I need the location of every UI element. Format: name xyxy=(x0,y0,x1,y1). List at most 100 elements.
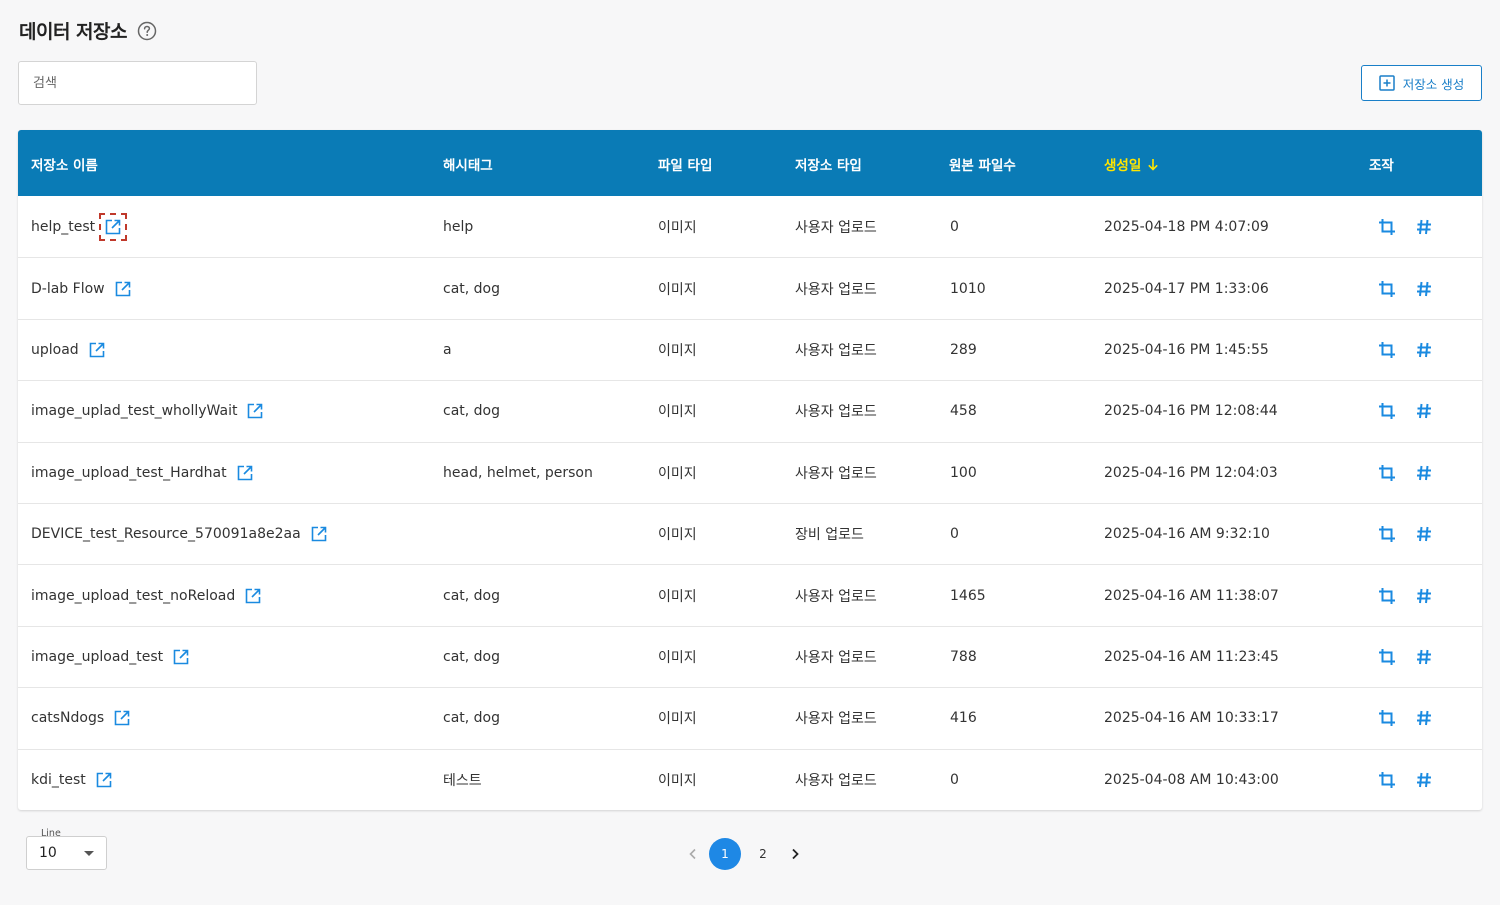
row-actions xyxy=(1378,464,1433,482)
table-row[interactable]: kdi_test 테스트 이미지 사용자 업로드 0 2025-04-08 AM 10:4… xyxy=(18,748,1482,810)
created-date: 2025-04-16 PM 1:45:55 xyxy=(1104,341,1269,358)
store-type: 사용자 업로드 xyxy=(795,465,877,482)
external-link-icon[interactable] xyxy=(114,280,132,298)
column-header-name[interactable]: 저장소 이름 xyxy=(31,154,98,174)
repo-name[interactable]: image_uplad_test_whollyWait xyxy=(31,403,237,419)
search-input[interactable] xyxy=(18,61,257,105)
file-count: 1465 xyxy=(950,587,986,604)
hashtag-icon[interactable] xyxy=(1415,464,1433,482)
question-circle-icon[interactable] xyxy=(137,21,157,41)
repo-name[interactable]: DEVICE_test_Resource_570091a8e2aa xyxy=(31,526,301,542)
hashtag-icon[interactable] xyxy=(1415,587,1433,605)
file-type: 이미지 xyxy=(658,772,697,789)
file-type: 이미지 xyxy=(658,711,697,728)
created-date: 2025-04-16 AM 11:38:07 xyxy=(1104,587,1279,604)
repo-name[interactable]: image_upload_test_Hardhat xyxy=(31,465,227,481)
row-actions xyxy=(1378,525,1433,543)
file-type: 이미지 xyxy=(658,649,697,666)
table-row[interactable]: image_upload_test cat, dog 이미지 사용자 업로드 788 20… xyxy=(18,625,1482,687)
external-link-icon[interactable] xyxy=(172,648,190,666)
external-link-icon[interactable] xyxy=(236,464,254,482)
file-type: 이미지 xyxy=(658,219,697,236)
row-actions xyxy=(1378,587,1433,605)
prev-page-button[interactable] xyxy=(680,838,706,870)
file-count: 0 xyxy=(950,526,959,543)
page-number-button[interactable]: 2 xyxy=(747,838,779,870)
caret-down-icon xyxy=(84,850,94,856)
create-repository-button[interactable]: 저장소 생성 xyxy=(1361,65,1482,101)
hashtag-icon[interactable] xyxy=(1415,771,1433,789)
page-number-button[interactable]: 1 xyxy=(709,838,741,870)
external-link-icon[interactable] xyxy=(310,525,328,543)
column-header-tags[interactable]: 해시태그 xyxy=(443,154,493,174)
external-link-icon[interactable] xyxy=(244,587,262,605)
sort-down-arrow-icon xyxy=(1148,158,1159,171)
column-header-count[interactable]: 원본 파일수 xyxy=(949,154,1016,174)
column-header-created[interactable]: 생성일 xyxy=(1104,154,1159,174)
store-type: 사용자 업로드 xyxy=(795,219,877,236)
external-link-icon[interactable] xyxy=(99,212,128,241)
crop-icon[interactable] xyxy=(1378,464,1396,482)
hashtag-icon[interactable] xyxy=(1415,218,1433,236)
page: 데이터 저장소 저장소 생성 저장소 이름 해시태그 파일 타입 저장소 타입 … xyxy=(0,0,1500,905)
file-count: 458 xyxy=(950,403,977,420)
rows-per-page-select[interactable]: 10 xyxy=(26,836,107,870)
table-row[interactable]: catsNdogs cat, dog 이미지 사용자 업로드 416 2025-04-16… xyxy=(18,687,1482,748)
crop-icon[interactable] xyxy=(1378,402,1396,420)
external-link-icon[interactable] xyxy=(88,341,106,359)
column-header-file-type[interactable]: 파일 타입 xyxy=(658,154,712,174)
crop-icon[interactable] xyxy=(1378,771,1396,789)
file-count: 289 xyxy=(950,341,977,358)
table-row[interactable]: image_uplad_test_whollyWait cat, dog 이미지 사용… xyxy=(18,380,1482,441)
hashtag-icon[interactable] xyxy=(1415,648,1433,666)
crop-icon[interactable] xyxy=(1378,587,1396,605)
hashtags: 테스트 xyxy=(443,772,482,789)
file-type: 이미지 xyxy=(658,342,697,359)
table-row[interactable]: help_test help 이미지 사용자 업로드 0 2025-04-18 PM 4:… xyxy=(18,196,1482,257)
external-link-icon[interactable] xyxy=(246,402,264,420)
crop-icon[interactable] xyxy=(1378,648,1396,666)
repo-name[interactable]: image_upload_test_noReload xyxy=(31,588,235,604)
repo-name-cell: image_upload_test_Hardhat xyxy=(31,464,254,482)
repo-name-cell: kdi_test xyxy=(31,771,113,789)
repo-name[interactable]: catsNdogs xyxy=(31,710,104,726)
table-row[interactable]: image_upload_test_noReload cat, dog 이미지 사용자… xyxy=(18,564,1482,625)
external-link-icon[interactable] xyxy=(113,709,131,727)
hashtag-icon[interactable] xyxy=(1415,525,1433,543)
file-count: 100 xyxy=(950,464,977,481)
crop-icon[interactable] xyxy=(1378,709,1396,727)
crop-icon[interactable] xyxy=(1378,525,1396,543)
external-link-icon[interactable] xyxy=(95,771,113,789)
column-header-store-type[interactable]: 저장소 타입 xyxy=(795,154,862,174)
repo-name[interactable]: help_test xyxy=(31,219,95,235)
row-actions xyxy=(1378,771,1433,789)
hashtag-icon[interactable] xyxy=(1415,341,1433,359)
table-row[interactable]: upload a 이미지 사용자 업로드 289 2025-04-16 PM 1:45:5… xyxy=(18,318,1482,380)
repo-name[interactable]: D-lab Flow xyxy=(31,281,105,297)
file-type: 이미지 xyxy=(658,588,697,605)
table-body: help_test help 이미지 사용자 업로드 0 2025-04-18 PM 4:… xyxy=(18,196,1482,810)
created-date: 2025-04-17 PM 1:33:06 xyxy=(1104,280,1269,297)
hashtag-icon[interactable] xyxy=(1415,280,1433,298)
repo-name[interactable]: image_upload_test xyxy=(31,649,163,665)
repo-name[interactable]: upload xyxy=(31,342,79,358)
repo-name-cell: image_upload_test xyxy=(31,648,190,666)
hashtag-icon[interactable] xyxy=(1415,402,1433,420)
table-row[interactable]: D-lab Flow cat, dog 이미지 사용자 업로드 1010 2025-04-… xyxy=(18,257,1482,318)
hashtag-icon[interactable] xyxy=(1415,709,1433,727)
repo-name-cell: D-lab Flow xyxy=(31,280,132,298)
crop-icon[interactable] xyxy=(1378,341,1396,359)
pagination: 12 xyxy=(680,838,808,870)
file-type: 이미지 xyxy=(658,281,697,298)
repo-name-cell: upload xyxy=(31,341,106,359)
table-row[interactable]: image_upload_test_Hardhat head, helmet, p… xyxy=(18,441,1482,503)
next-page-button[interactable] xyxy=(782,838,808,870)
repo-name-cell: help_test xyxy=(31,212,128,241)
crop-icon[interactable] xyxy=(1378,280,1396,298)
file-type: 이미지 xyxy=(658,465,697,482)
table-row[interactable]: DEVICE_test_Resource_570091a8e2aa 이미지 장비 업… xyxy=(18,502,1482,564)
column-header-actions: 조작 xyxy=(1369,158,1394,174)
store-type: 사용자 업로드 xyxy=(795,404,877,421)
repo-name[interactable]: kdi_test xyxy=(31,772,86,788)
crop-icon[interactable] xyxy=(1378,218,1396,236)
